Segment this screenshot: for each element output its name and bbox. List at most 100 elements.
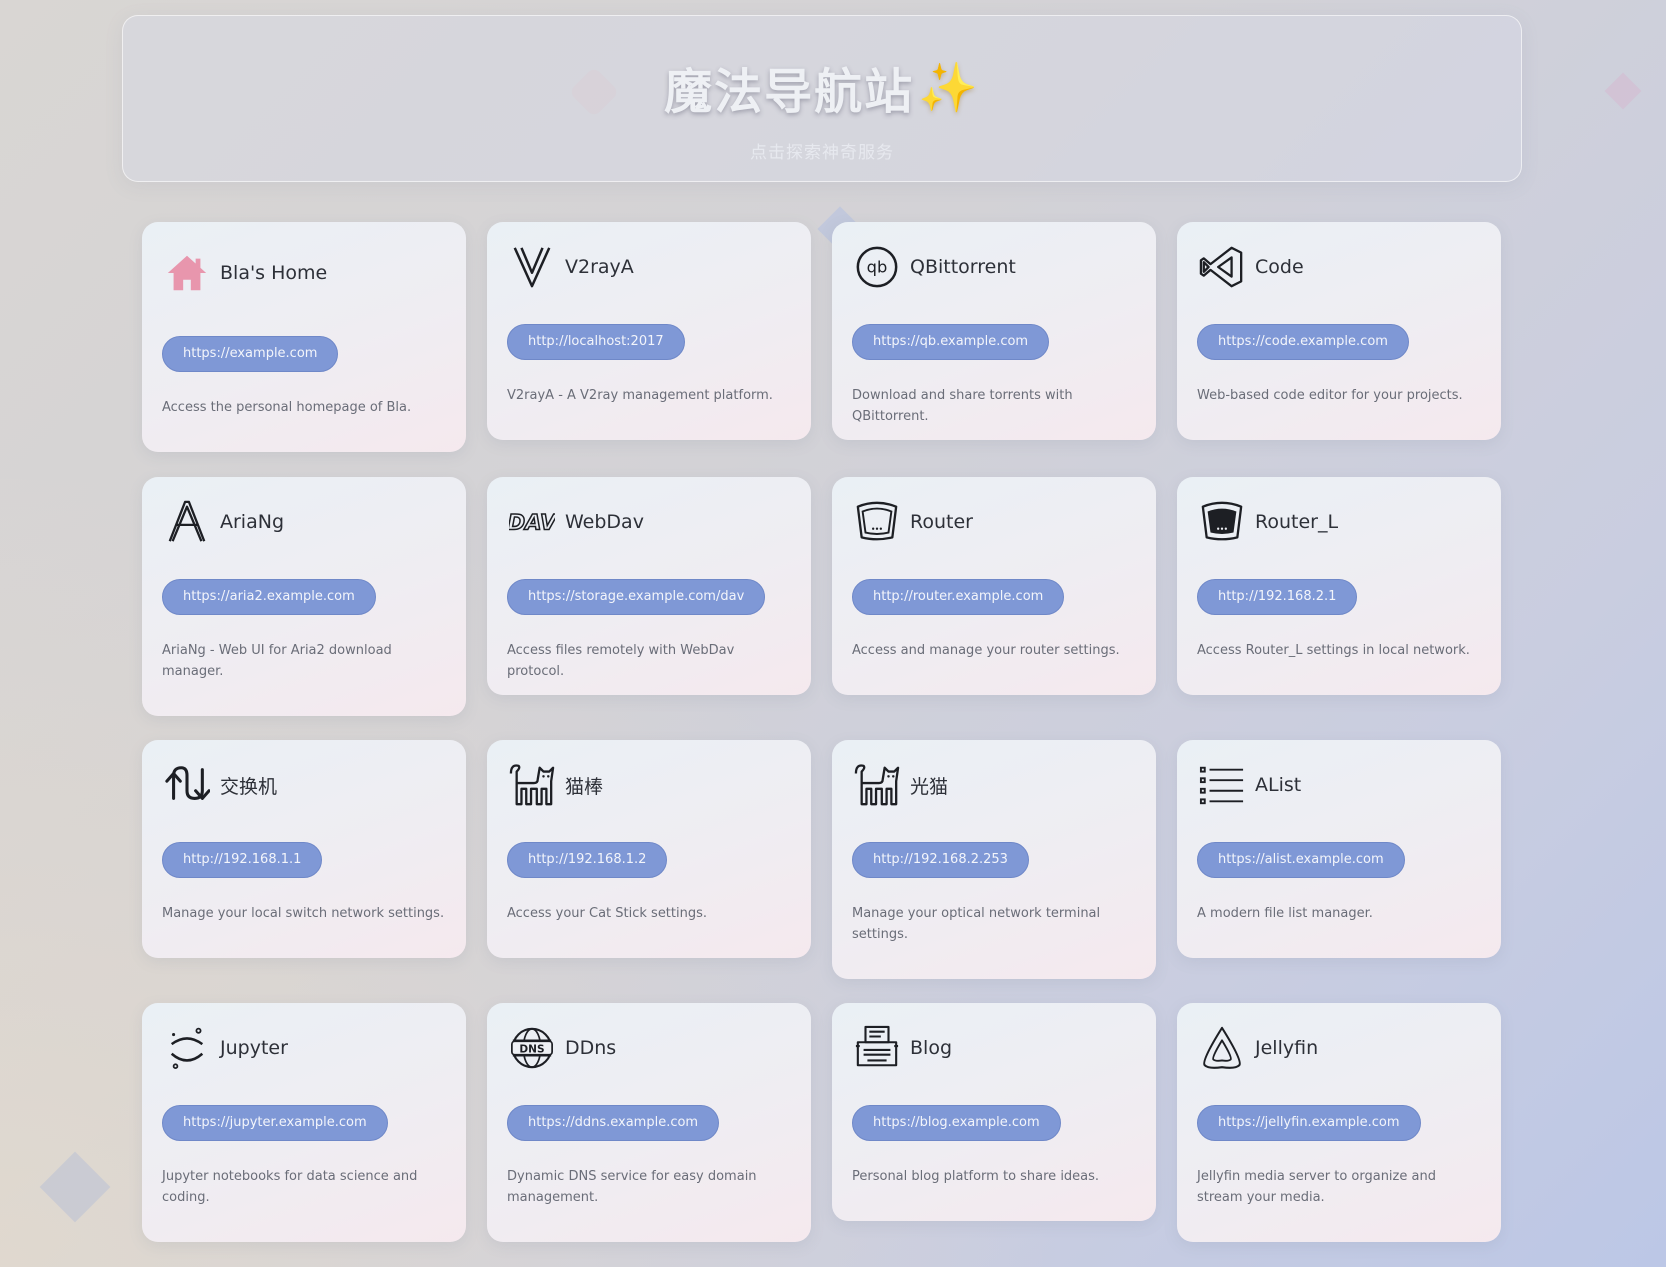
card-description: Jellyfin media server to organize and st… [1197,1169,1436,1205]
cat-icon [852,760,902,810]
url-link[interactable]: https://aria2.example.com [162,579,376,615]
card-description: Access your Cat Stick settings. [507,906,708,921]
dav-icon: DAV [507,497,557,547]
service-card[interactable]: Code https://code.example.com Web-based … [1177,222,1501,440]
url-link[interactable]: http://192.168.2.1 [1197,579,1358,615]
service-card[interactable]: 交换机 http://192.168.1.1 Manage your local… [142,740,466,958]
url-link[interactable]: http://192.168.1.1 [162,842,323,878]
card-header: Code [1197,242,1304,292]
card-description: Download and share torrents with QBittor… [852,388,1073,424]
url-link[interactable]: http://router.example.com [852,579,1065,615]
card-description: V2rayA - A V2ray management platform. [507,388,773,403]
card-description: Manage your optical network terminal set… [852,906,1101,942]
service-card[interactable]: Jupyter https://jupyter.example.com Jupy… [142,1003,466,1242]
svg-text:qb: qb [867,258,888,277]
typewriter-icon [852,1023,902,1073]
card-header: V2rayA [507,242,634,292]
card-header: 光猫 [852,760,948,810]
card-description: Dynamic DNS service for easy domain mana… [507,1169,757,1205]
url-link[interactable]: http://192.168.1.2 [507,842,668,878]
url-link[interactable]: https://code.example.com [1197,324,1409,360]
card-description: AriaNg - Web UI for Aria2 download manag… [162,643,392,679]
title-text: 魔法导航站 [664,64,915,120]
card-description: Web-based code editor for your projects. [1197,388,1463,403]
card-description: A modern file list manager. [1197,906,1373,921]
v-letter-icon [507,242,557,292]
card-header: Jupyter [162,1023,288,1073]
url-link[interactable]: https://jellyfin.example.com [1197,1105,1421,1141]
card-description: Access and manage your router settings. [852,643,1120,658]
service-card[interactable]: Bla's Home https://example.com Access th… [142,222,466,452]
card-header: qb QBittorrent [852,242,1016,292]
a-letter-icon [162,497,212,547]
service-card[interactable]: Blog https://blog.example.com Personal b… [832,1003,1156,1221]
sparkles-icon: ✨ [918,59,980,116]
page-subtitle: 点击探索神奇服务 [750,143,894,163]
jupyter-icon [162,1023,212,1073]
svg-text:DAV: DAV [509,510,555,535]
service-card[interactable]: Jellyfin https://jellyfin.example.com Je… [1177,1003,1501,1242]
card-title: Blog [910,1037,952,1059]
url-link[interactable]: https://jupyter.example.com [162,1105,388,1141]
card-title: Code [1255,256,1304,278]
service-card[interactable]: 光猫 http://192.168.2.253 Manage your opti… [832,740,1156,979]
cat-icon [507,760,557,810]
card-header: Router_L [1197,497,1338,547]
router-outline-icon [852,497,902,547]
card-description: Jupyter notebooks for data science and c… [162,1169,418,1205]
service-card[interactable]: V2rayA http://localhost:2017 V2rayA - A … [487,222,811,440]
switch-arrows-icon [162,760,212,810]
card-description: Personal blog platform to share ideas. [852,1169,1100,1184]
card-title: Jellyfin [1255,1037,1319,1059]
card-header: AriaNg [162,497,284,547]
card-title: V2rayA [565,256,634,278]
card-description: Access Router_L settings in local networ… [1197,643,1470,658]
card-header: Router [852,497,973,547]
url-link[interactable]: https://storage.example.com/dav [507,579,766,615]
url-link[interactable]: https://example.com [162,336,339,372]
service-card[interactable]: DAV WebDav https://storage.example.com/d… [487,477,811,695]
url-link[interactable]: https://blog.example.com [852,1105,1061,1141]
card-header: 猫棒 [507,760,603,810]
page-title: 魔法导航站 ✨ [123,52,1521,122]
url-link[interactable]: https://qb.example.com [852,324,1050,360]
svg-text:DNS: DNS [519,1043,544,1055]
url-link[interactable]: https://ddns.example.com [507,1105,720,1141]
vscode-icon [1197,242,1247,292]
card-description: Access the personal homepage of Bla. [162,400,412,415]
router-filled-icon [1197,497,1247,547]
list-icon [1197,760,1247,810]
card-title: 交换机 [220,775,278,798]
url-link[interactable]: http://localhost:2017 [507,324,685,360]
card-header: DNS DDns [507,1023,616,1073]
service-card[interactable]: Router http://router.example.com Access … [832,477,1156,695]
card-header: Jellyfin [1197,1023,1318,1073]
card-title: QBittorrent [910,256,1016,278]
card-header: 交换机 [162,760,277,810]
house-icon [162,248,212,298]
card-title: AriaNg [220,511,285,533]
card-header: Blog [852,1023,952,1073]
service-card[interactable]: Router_L http://192.168.2.1 Access Route… [1177,477,1501,695]
qbittorrent-icon: qb [852,242,902,292]
card-description: Access files remotely with WebDav protoc… [507,643,735,679]
service-card[interactable]: AriaNg https://aria2.example.com AriaNg … [142,477,466,716]
card-title: DDns [565,1037,617,1059]
card-title: AList [1255,774,1302,796]
page-header: 魔法导航站 ✨ 点击探索神奇服务 [122,15,1522,182]
card-title: Jupyter [220,1037,288,1059]
card-title: 光猫 [910,775,949,798]
jellyfin-icon [1197,1023,1247,1073]
url-link[interactable]: https://alist.example.com [1197,842,1405,878]
card-description: Manage your local switch network setting… [162,906,445,921]
card-header: Bla's Home [162,248,327,298]
service-card[interactable]: qb QBittorrent https://qb.example.com Do… [832,222,1156,440]
service-card[interactable]: 猫棒 http://192.168.1.2 Access your Cat St… [487,740,811,958]
dns-globe-icon: DNS [507,1023,557,1073]
card-title: Router [910,511,973,533]
card-title: Router_L [1255,511,1339,533]
service-card[interactable]: DNS DDns https://ddns.example.com Dynami… [487,1003,811,1242]
url-link[interactable]: http://192.168.2.253 [852,842,1029,878]
card-title: 猫棒 [565,775,604,798]
service-card[interactable]: AList https://alist.example.com A modern… [1177,740,1501,958]
